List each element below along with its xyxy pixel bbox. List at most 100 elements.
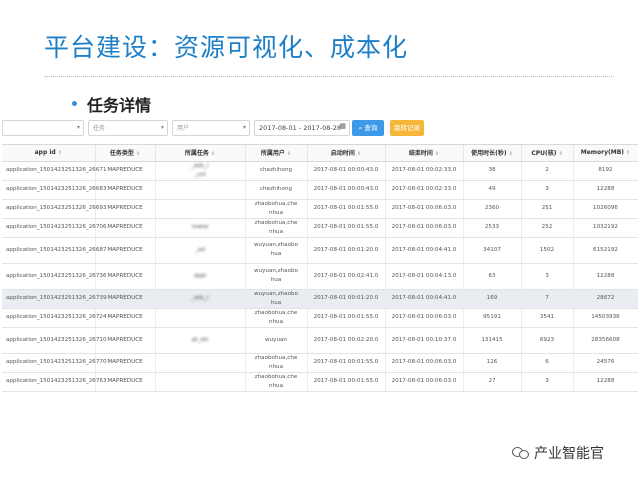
cell-duration: 2360 [463,199,522,219]
cell-task: _ads_r _cnt [155,161,246,181]
calendar-icon: ▦ [339,122,346,130]
bullet-dot-icon: • [70,97,79,113]
table-row[interactable]: application_1501423251326_26706 MAPREDUCE… [2,218,638,238]
sort-icon: ⇕ [57,150,62,157]
cell-task: rowse [155,218,246,238]
cell-user: zhaobohua,che nhua [245,372,308,392]
cell-cpu: 6 [521,353,574,373]
slide-title: 平台建设：资源可视化、成本化 [44,33,409,62]
table-row[interactable]: application_1501423251326_26763 MAPREDUCE… [2,372,638,392]
table-row[interactable]: application_1501423251326_26710 MAPREDUCE… [2,327,638,354]
filter-select-user[interactable]: 用户 ▾ [172,120,250,136]
cell-duration: 126 [463,353,522,373]
cell-task: _ad [155,237,246,264]
title-divider [44,76,614,77]
cell-task [155,308,246,328]
cell-app-id: application_1501423251326_26706 [2,218,107,238]
column-header[interactable]: 启动时间 ⇕ [307,145,386,162]
cell-app-id: application_1501423251326_26671 [2,161,107,181]
cell-cpu: 3 [521,263,574,290]
search-button[interactable]: ⌕ 查询 [352,120,384,136]
cell-cpu: 3 [521,372,574,392]
cell-app-id: application_1501423251326_26693 [2,199,107,219]
table-row[interactable]: application_1501423251326_26683 MAPREDUCE… [2,180,638,200]
table-row[interactable]: application_1501423251326_26687 MAPREDUCE… [2,237,638,264]
cell-cpu: 6923 [521,327,574,354]
cell-cpu: 7 [521,289,574,309]
table-header-row: app id ⇕ 任务类型 ⇕ 所属任务 ⇕ 所属用户 ⇕ 启动时间 ⇕ 结束时间 ⇕ 使用时长(秒) ⇕… [2,145,638,162]
table-row[interactable]: application_1501423251326_26671 MAPREDUCE… [2,161,638,181]
cell-app-id: application_1501423251326_26687 [2,237,107,264]
cell-app-id: application_1501423251326_26770 [2,353,107,373]
cell-user: zhaobohua,che nhua [245,218,308,238]
sort-icon: ⇕ [135,151,141,158]
column-header[interactable]: 任务类型 ⇕ [95,145,156,162]
cell-memory: 12288 [573,180,638,200]
column-header[interactable]: 结束时间 ⇕ [385,145,464,162]
cell-cpu: 251 [521,199,574,219]
filter-select-task[interactable]: 任务 ▾ [88,120,168,136]
column-header[interactable]: CPU(核) ⇕ [521,145,574,162]
sort-icon: ⇕ [508,151,513,158]
cell-end: 2017-08-01 00:04:13.0 [385,263,464,290]
cell-task [155,372,246,392]
cell-user: zhaobohua,che nhua [245,308,308,328]
column-header[interactable]: app id ⇕ [2,145,96,162]
cell-cpu: 2 [521,161,574,181]
cell-duration: 27 [463,372,522,392]
cell-app-id: application_1501423251326_26736 [2,263,107,290]
cell-memory: 1026096 [573,199,638,219]
table-row[interactable]: application_1501423251326_26736 MAPREDUCE… [2,263,638,290]
cell-start: 2017-08-01 00:01:55.0 [307,199,386,219]
cell-app-id: application_1501423251326_26683 [2,180,107,200]
cell-task [155,180,246,200]
cell-start: 2017-08-01 00:02:41.0 [307,263,386,290]
cell-start: 2017-08-01 00:01:55.0 [307,372,386,392]
column-header[interactable]: Memory(MB) ⇕ [573,145,638,162]
cell-memory: 12288 [573,372,638,392]
cell-app-id: application_1501423251326_26710 [2,327,107,354]
table-row[interactable]: application_1501423251326_26739 MAPREDUCE… [2,289,638,309]
cell-user: wuyuan,zhaobo hua [245,237,308,264]
cell-duration: 131415 [463,327,522,354]
filter-select-1[interactable]: ▾ [2,120,84,136]
cell-end: 2017-08-01 00:02:33.0 [385,161,464,181]
sort-icon: ⇕ [558,151,563,158]
cell-start: 2017-08-01 00:02:20.0 [307,327,386,354]
cell-start: 2017-08-01 00:01:20.0 [307,237,386,264]
column-header[interactable]: 使用时长(秒) ⇕ [463,145,522,162]
column-header[interactable]: 所属任务 ⇕ [155,145,246,162]
cell-end: 2017-08-01 00:04:41.0 [385,289,464,309]
cell-duration: 49 [463,180,522,200]
sort-icon: ⇕ [286,151,292,158]
export-button[interactable]: 跳转记录 [390,120,424,136]
cell-memory: 8192 [573,161,638,181]
cell-memory: 12288 [573,263,638,290]
section-bullet: • 任务详情 [70,92,151,116]
cell-memory: 14503936 [573,308,638,328]
table-row[interactable]: application_1501423251326_26693 MAPREDUCE… [2,199,638,219]
section-label: 任务详情 [86,96,151,115]
chevron-down-icon: ▾ [76,124,80,131]
column-header[interactable]: 所属用户 ⇕ [245,145,308,162]
cell-start: 2017-08-01 00:01:20.0 [307,289,386,309]
cell-task: pt_ski [155,327,246,354]
chevron-down-icon: ▾ [242,124,246,131]
cell-user: wuyuan,zhaobo hua [245,263,308,290]
date-range-input[interactable]: 2017-08-01 - 2017-08-28 ▦ [254,120,350,136]
cell-user: wuyuan [245,327,308,354]
cell-memory: 28356608 [573,327,638,354]
cell-end: 2017-08-01 00:06:03.0 [385,308,464,328]
cell-task [155,353,246,373]
cell-task: _ads_r [155,289,246,309]
cell-cpu: 3541 [521,308,574,328]
cell-user: wuyuan,zhaobo hua [245,289,308,309]
table-row[interactable]: application_1501423251326_26724 MAPREDUCE… [2,308,638,328]
cell-start: 2017-08-01 00:01:55.0 [307,353,386,373]
cell-duration: 169 [463,289,522,309]
cell-end: 2017-08-01 00:06:03.0 [385,353,464,373]
cell-duration: 38 [463,161,522,181]
table-row[interactable]: application_1501423251326_26770 MAPREDUCE… [2,353,638,373]
cell-user: zhaobohua,che nhua [245,353,308,373]
cell-start: 2017-08-01 00:00:43.0 [307,161,386,181]
